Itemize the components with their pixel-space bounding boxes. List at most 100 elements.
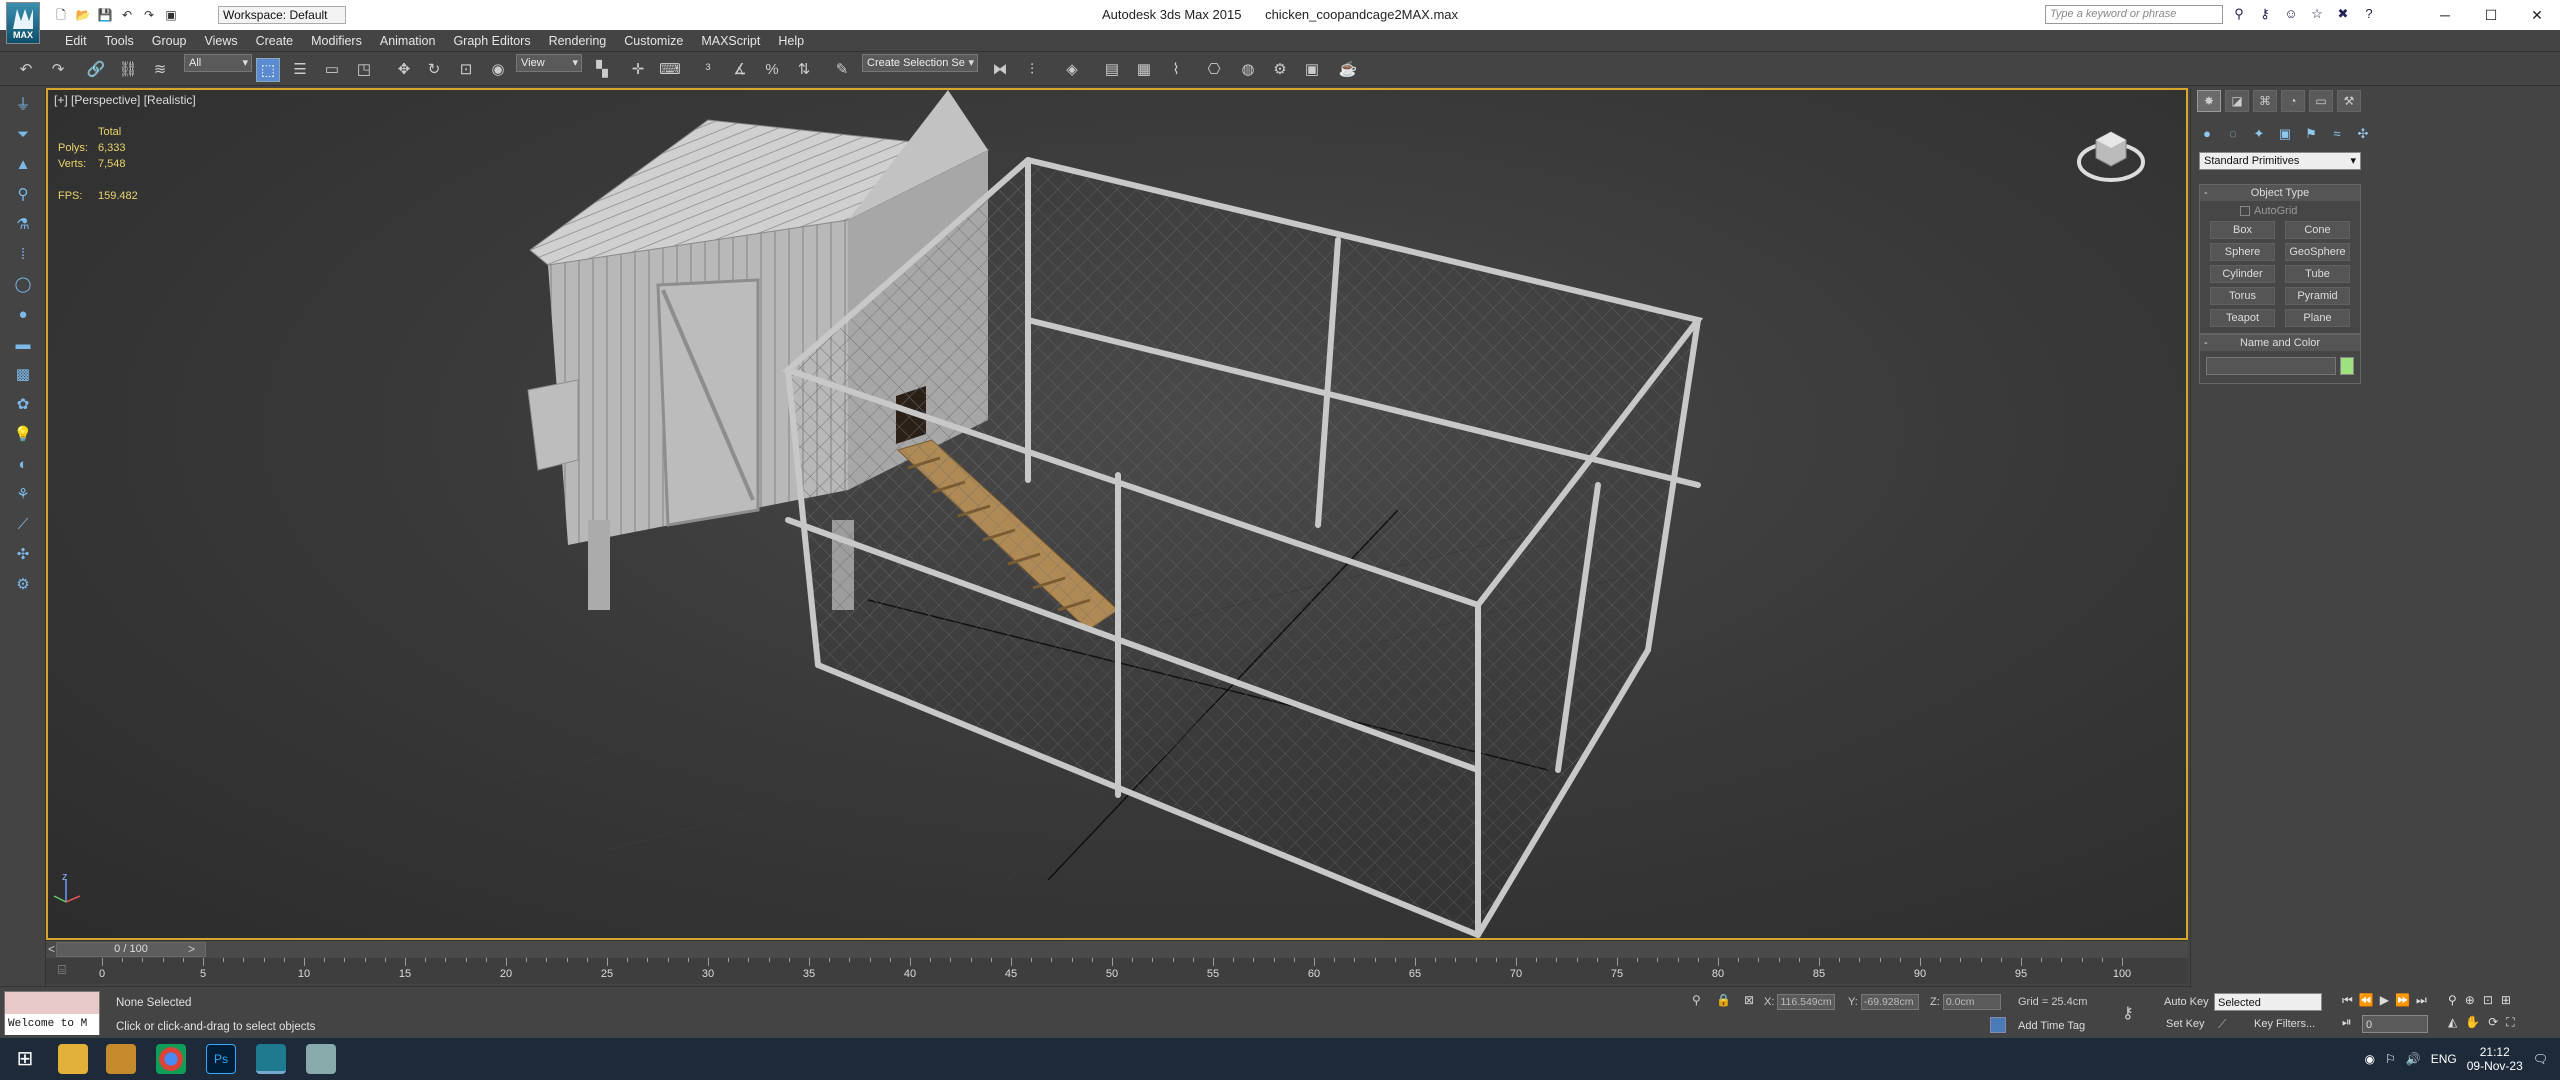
go-to-start-icon[interactable]: ⏮ [2342,993,2353,1008]
lights-icon[interactable]: ✦ [2249,124,2269,144]
create-sphere-button[interactable]: Sphere [2210,243,2275,261]
shapes-icon[interactable]: ◌ [2223,124,2243,144]
selection-filter-dropdown[interactable]: All [184,54,252,72]
redo-icon[interactable]: ↷ [46,58,70,82]
display-tab-icon[interactable]: ▭ [2309,90,2333,112]
settings-tool-icon[interactable]: ⚙ [10,572,36,598]
redo-quick-icon[interactable]: ↷ [140,5,158,23]
key-mode-toggle-icon[interactable]: ⏯ [2342,1015,2352,1030]
cameras-icon[interactable]: ▣ [2275,124,2295,144]
bone-icon[interactable]: ⟋ [10,512,36,538]
undo-icon[interactable]: ↶ [14,58,38,82]
geometry-icon[interactable]: ● [2197,124,2217,144]
window-crossing-icon[interactable]: ◳ [352,58,376,82]
menu-group[interactable]: Group [143,34,196,48]
create-torus-button[interactable]: Torus [2210,287,2275,305]
file-explorer-icon[interactable] [58,1044,88,1074]
helpers-icon[interactable]: ⚑ [2301,124,2321,144]
language-indicator[interactable]: ENG [2431,1052,2457,1066]
rendered-frame-icon[interactable]: ▣ [1300,58,1324,82]
exchange-icon[interactable]: ✖ [2334,5,2352,23]
render-setup-icon[interactable]: ⚙ [1268,58,1292,82]
user-icon[interactable]: ☺ [2282,5,2300,23]
time-next-button[interactable]: > [188,942,195,956]
object-color-swatch[interactable] [2340,357,2354,375]
key-filters-button[interactable]: Key Filters... [2254,1015,2315,1033]
create-tube-button[interactable]: Tube [2285,265,2350,283]
angle-snap-icon[interactable]: ∡ [728,58,752,82]
notifications-icon[interactable]: 🗨 [2533,1052,2548,1066]
auto-key-button[interactable]: Auto Key [2164,993,2209,1011]
menu-create[interactable]: Create [247,34,303,48]
app-taskbar-icon[interactable] [306,1044,336,1074]
scatter-icon[interactable]: ✣ [10,542,36,568]
ribbon-icon[interactable]: ▦ [1132,58,1156,82]
perspective-viewport[interactable]: [+] [Perspective] [Realistic] Total Poly… [46,88,2188,940]
orbit-icon[interactable]: ⟳ [2488,1015,2498,1030]
workspace-dropdown[interactable]: Workspace: Default [218,6,346,24]
pan-icon[interactable]: ✋ [2465,1015,2480,1030]
close-icon[interactable]: ✕ [2514,0,2560,30]
material-editor-icon[interactable]: ◍ [1236,58,1260,82]
time-slider[interactable]: 0 / 100 [56,942,206,957]
create-geosphere-button[interactable]: GeoSphere [2285,243,2350,261]
spinner-snap-icon[interactable]: ⇅ [792,58,816,82]
ring-icon[interactable]: ◯ [10,272,36,298]
link-icon[interactable]: 🔗 [84,58,108,82]
modify-tab-icon[interactable]: ◪ [2225,90,2249,112]
layer-explorer-icon[interactable]: ◈ [1060,58,1084,82]
checker-icon[interactable]: ▩ [10,362,36,388]
zoom-extents-all-icon[interactable]: ⊞ [2501,993,2511,1007]
object-type-header[interactable]: Object Type [2200,185,2360,201]
tray-app-icon[interactable]: ◉ [2365,1052,2375,1066]
utilities-tab-icon[interactable]: ⚒ [2337,90,2361,112]
select-object-icon[interactable]: ⬚ [256,58,280,82]
create-teapot-button[interactable]: Teapot [2210,309,2275,327]
star-icon[interactable]: ☆ [2308,5,2326,23]
maxscript-listener[interactable]: Welcome to M [4,991,100,1035]
grid-points-icon[interactable]: ⁞ [10,242,36,268]
x-coordinate-field[interactable]: 116.549cm [1777,994,1836,1011]
auto-key-selected-dropdown[interactable]: Selected [2214,993,2322,1011]
key-mode-icon[interactable]: ⟋ [2218,1017,2226,1032]
create-cylinder-button[interactable]: Cylinder [2210,265,2275,283]
layer-tool-icon[interactable]: ▬ [10,332,36,358]
field-of-view-icon[interactable]: ◭ [2448,1015,2457,1030]
save-icon[interactable]: 💾 [96,5,114,23]
app-logo[interactable]: MAX [6,2,40,44]
menu-views[interactable]: Views [195,34,246,48]
idle-area-icon[interactable]: ▲ [10,152,36,178]
object-name-field[interactable] [2206,357,2337,375]
photoshop-icon[interactable]: Ps [206,1044,236,1074]
menu-graph-editors[interactable]: Graph Editors [444,34,539,48]
spacewarps-icon[interactable]: ≈ [2327,124,2347,144]
schematic-view-icon[interactable]: ⎔ [1202,58,1226,82]
media-player-icon[interactable] [106,1044,136,1074]
align-icon[interactable]: ⫶ [1020,58,1044,82]
clock[interactable]: 21:12 09-Nov-23 [2467,1045,2523,1073]
windows-start-icon[interactable]: ⊞ [10,1044,40,1074]
systems-icon[interactable]: ✣ [2353,124,2373,144]
primitive-category-dropdown[interactable]: Standard Primitives [2199,152,2361,170]
isolate-selection-icon[interactable]: ⚲ [1692,993,1701,1007]
selection-lock-icon[interactable]: 🔒 [1716,993,1731,1007]
track-bar[interactable]: ⌸ 0 5 10 15 20 25 30 35 40 45 50 55 60 65 70 75 80 85 90 95… [46,958,2188,984]
placement-icon[interactable]: ◉ [486,58,510,82]
pivot-center-icon[interactable]: ▚ [590,58,614,82]
paint-icon[interactable]: ✿ [10,392,36,418]
go-to-end-icon[interactable]: ⏭ [2416,993,2427,1008]
named-selection-dropdown[interactable]: Create Selection Se [862,54,978,72]
hierarchy-tab-icon[interactable]: ⌘ [2253,90,2277,112]
unlink-icon[interactable]: ⛓ [116,58,140,82]
maxscript-mini-listener-top[interactable] [5,992,99,1014]
zoom-extents-icon[interactable]: ⊡ [2483,993,2493,1007]
play-icon[interactable]: ▶ [2380,993,2389,1008]
z-coordinate-field[interactable]: 0.0cm [1942,994,2001,1011]
current-frame-field[interactable]: 0 [2362,1015,2428,1033]
create-tab-icon[interactable]: ✸ [2197,90,2221,112]
speaker-icon[interactable]: 🔊 [2406,1052,2421,1066]
help-icon[interactable]: ? [2360,5,2378,23]
maxscript-mini-listener[interactable]: Welcome to M [5,1014,99,1035]
set-key-icon[interactable]: ⚷ [2122,1003,2134,1023]
simulate-icon[interactable]: ⚗ [10,212,36,238]
